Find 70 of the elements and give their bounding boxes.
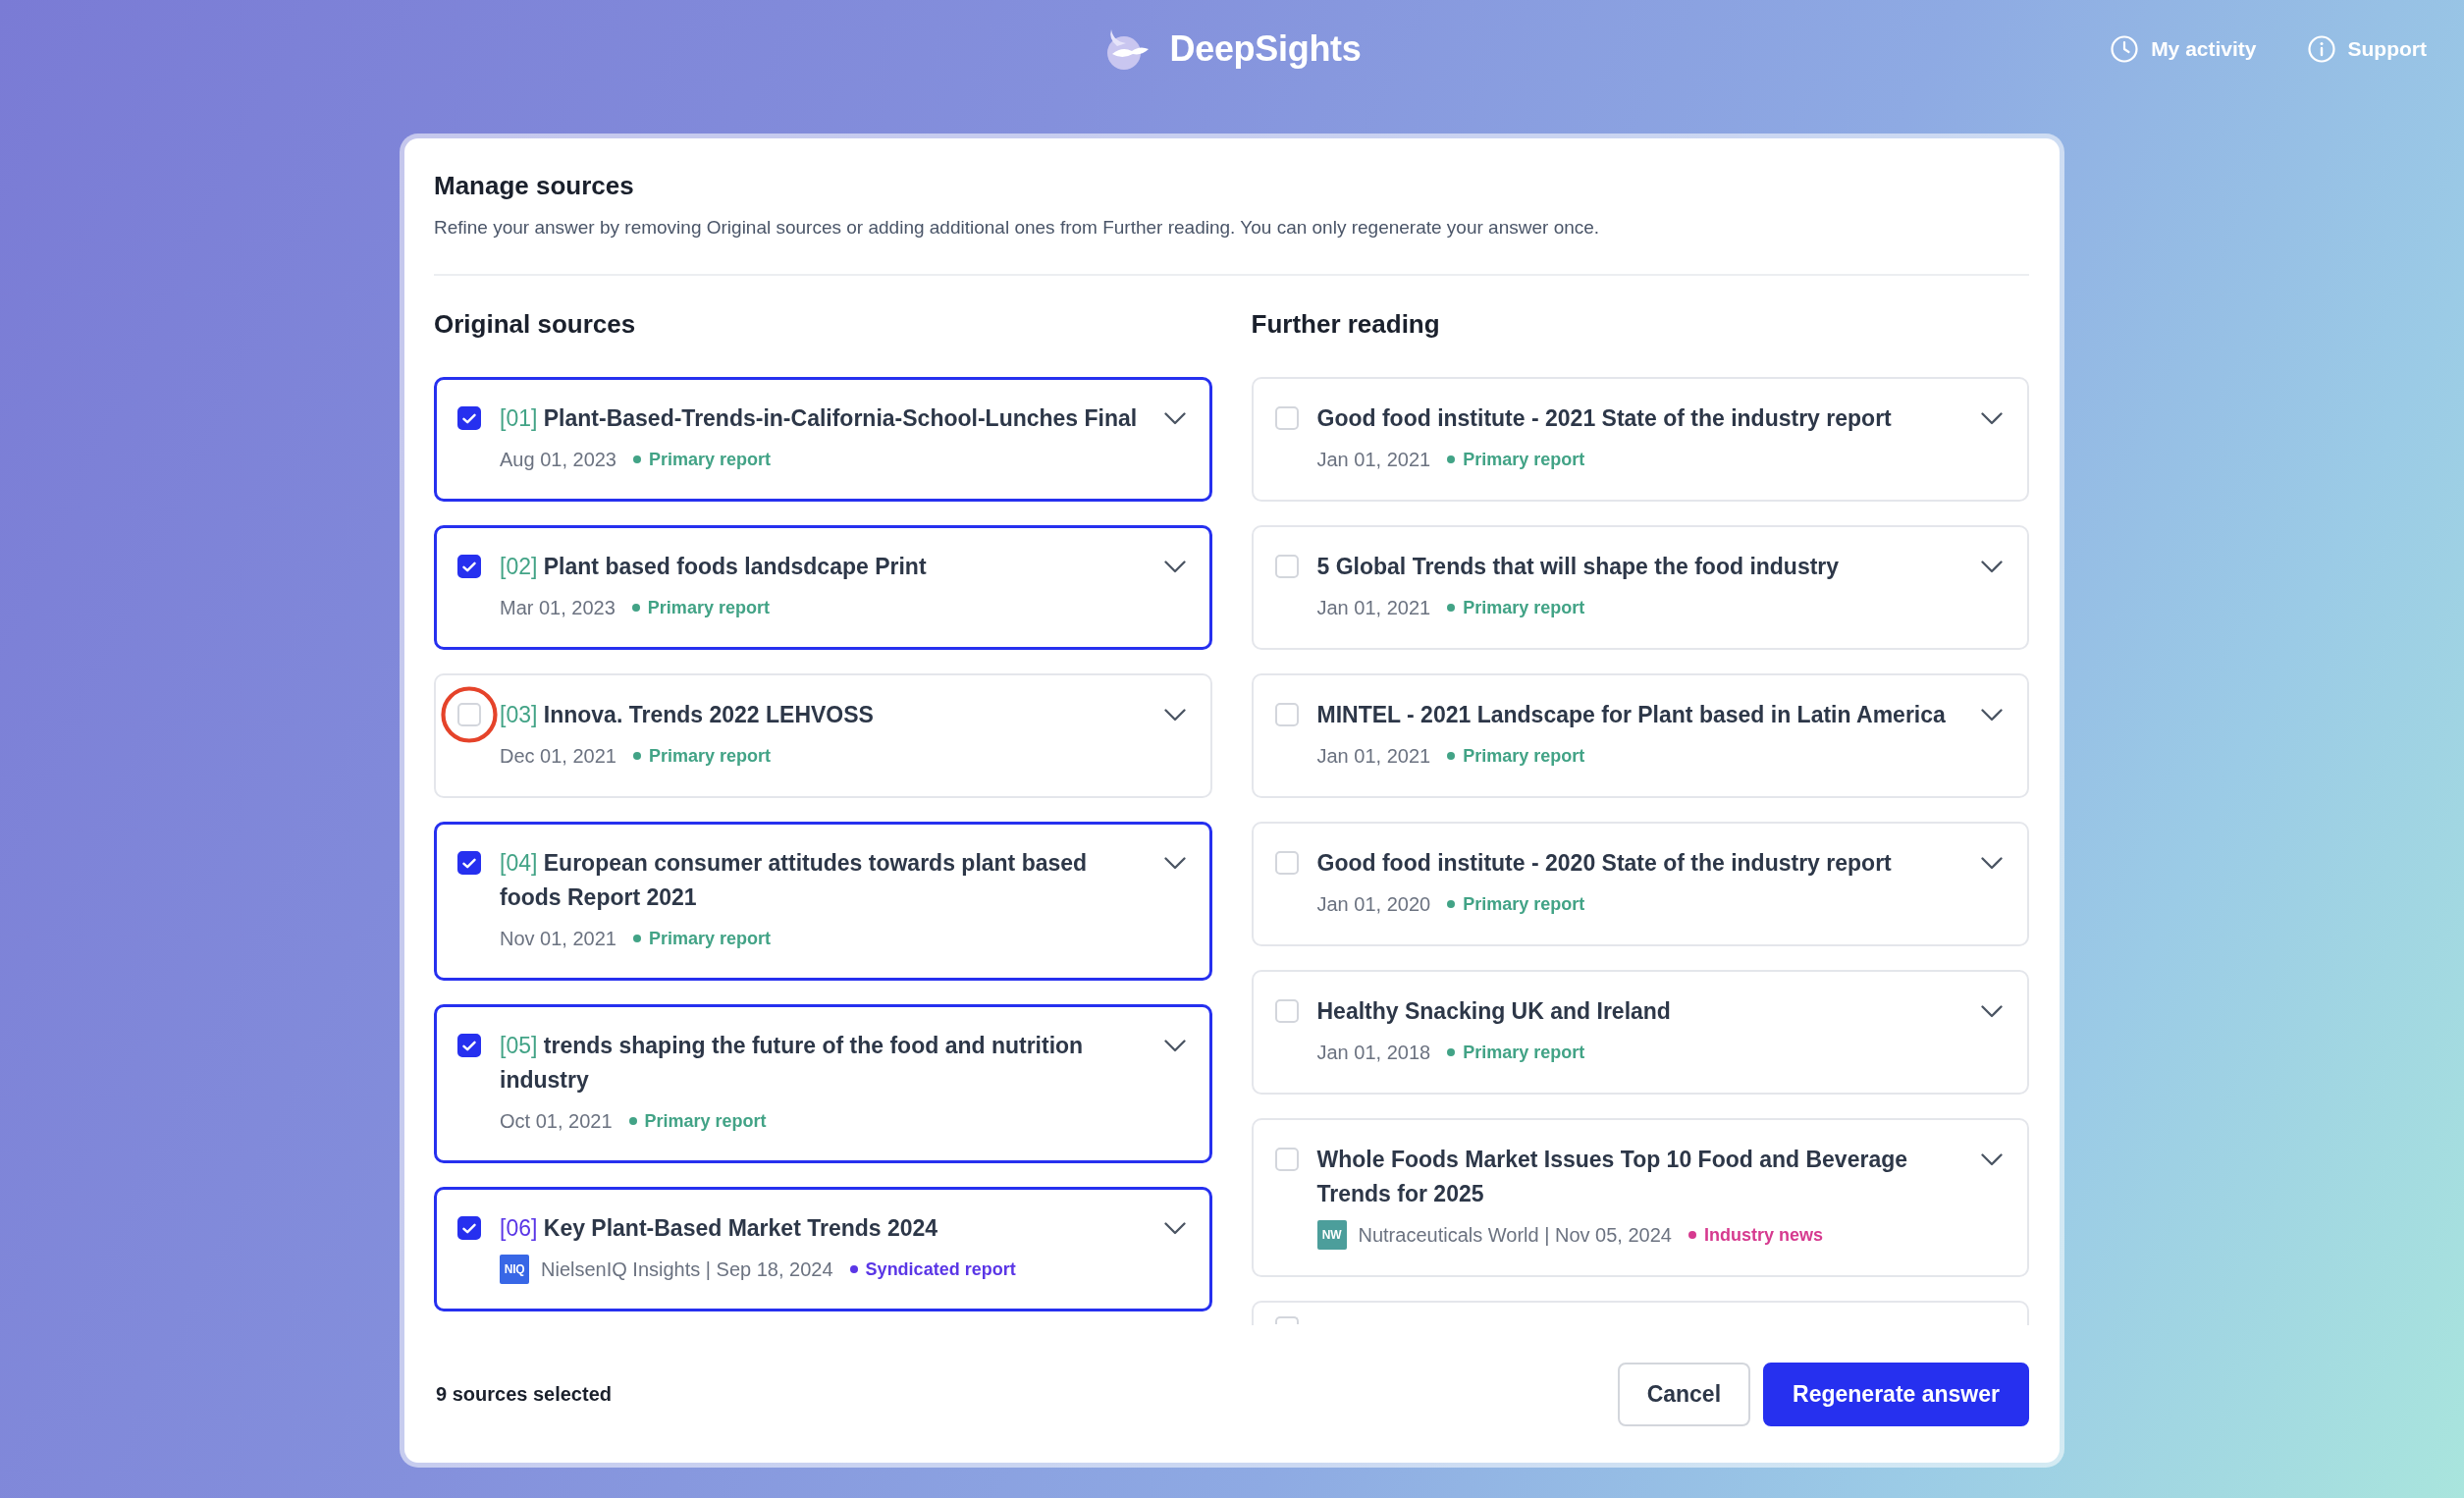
source-type-label: Primary report bbox=[1463, 597, 1585, 618]
source-type-label: Primary report bbox=[649, 928, 772, 949]
check-icon bbox=[462, 561, 476, 572]
checkbox[interactable] bbox=[457, 1034, 481, 1057]
publisher-and-date: Nutraceuticals World | Nov 05, 2024 bbox=[1358, 1223, 1672, 1247]
checkbox[interactable] bbox=[457, 851, 481, 875]
source-date: Jan 01, 2021 bbox=[1316, 596, 1431, 619]
source-date: Aug 01, 2023 bbox=[500, 448, 616, 471]
source-title: [02] Plant based foods landsdcape Print bbox=[500, 553, 928, 581]
chevron-down-icon[interactable] bbox=[1981, 1153, 2003, 1166]
check-icon bbox=[462, 1222, 476, 1234]
source-title: Whole Foods Market Issues Top 10 Food and Beverage Trends for 2025 bbox=[1316, 1146, 1909, 1208]
dialog-title: Manage sources bbox=[434, 170, 635, 201]
source-type-label: Primary report bbox=[644, 1110, 767, 1132]
source-date: Dec 01, 2021 bbox=[500, 744, 616, 768]
source-date: Mar 01, 2023 bbox=[500, 596, 616, 619]
brand-name: DeepSights bbox=[1169, 28, 1362, 70]
source-date: Nov 01, 2021 bbox=[500, 927, 616, 950]
source-type-label: Primary report bbox=[647, 597, 770, 618]
selection-count: 9 sources selected bbox=[436, 1383, 612, 1406]
chevron-down-icon[interactable] bbox=[1981, 857, 2003, 870]
checkbox[interactable] bbox=[457, 406, 481, 430]
source-type-label: Primary report bbox=[1463, 893, 1585, 915]
secondary-button[interactable]: Cancel bbox=[1617, 1363, 1751, 1426]
publisher-logo: NIQ bbox=[500, 1255, 529, 1284]
source-title: [04] European consumer attitudes towards plant based foods Report 2021 bbox=[500, 849, 1089, 912]
source-type-label: Primary report bbox=[1463, 449, 1585, 470]
source-title: [01] Plant-Based-Trends-in-California-School-Lunches Final bbox=[500, 404, 1139, 433]
clock-icon bbox=[2111, 35, 2139, 63]
chevron-down-icon[interactable] bbox=[1163, 709, 1186, 722]
source-title: [06] Key Plant-Based Market Trends 2024 bbox=[500, 1214, 939, 1243]
source-title: [05] trends shaping the future of the food and nutrition industry bbox=[500, 1032, 1085, 1095]
chevron-down-icon[interactable] bbox=[1981, 1005, 2003, 1018]
chevron-down-icon[interactable] bbox=[1981, 412, 2003, 425]
dialog-description: Refine your answer by removing Original sources or adding additional ones from Further reading. You can only regenerate your answer once. bbox=[434, 216, 1601, 240]
chevron-down-icon[interactable] bbox=[1163, 1222, 1186, 1235]
chevron-down-icon[interactable] bbox=[1163, 412, 1186, 425]
source-type-label: Primary report bbox=[649, 745, 772, 767]
checkbox[interactable] bbox=[457, 555, 481, 578]
source-date: Jan 01, 2021 bbox=[1316, 448, 1431, 471]
check-icon bbox=[462, 412, 476, 424]
chevron-down-icon[interactable] bbox=[1981, 561, 2003, 573]
source-title: Healthy Snacking UK and Ireland bbox=[1316, 997, 1672, 1026]
chevron-down-icon[interactable] bbox=[1163, 857, 1186, 870]
primary-button[interactable]: Regenerate answer bbox=[1763, 1363, 2029, 1426]
chevron-down-icon[interactable] bbox=[1163, 561, 1186, 573]
source-date: Jan 01, 2020 bbox=[1316, 892, 1431, 916]
column-heading: Further reading bbox=[1251, 308, 1441, 340]
source-title: Good food institute - 2020 State of the industry report bbox=[1316, 849, 1893, 878]
source-type-label: Primary report bbox=[649, 449, 772, 470]
source-title: 5 Global Trends that will shape the food industry bbox=[1316, 553, 1841, 581]
source-date: Jan 01, 2018 bbox=[1316, 1041, 1431, 1064]
column-heading: Original sources bbox=[434, 308, 637, 340]
chevron-down-icon[interactable] bbox=[1981, 709, 2003, 722]
source-title: Good food institute - 2021 State of the industry report bbox=[1316, 404, 1893, 433]
source-type-label: Primary report bbox=[1463, 1042, 1585, 1063]
source-date: Jan 01, 2021 bbox=[1316, 744, 1431, 768]
source-date: Oct 01, 2021 bbox=[500, 1109, 613, 1133]
checkbox[interactable] bbox=[457, 1216, 481, 1240]
check-icon bbox=[462, 1040, 476, 1051]
publisher-and-date: NielsenIQ Insights | Sep 18, 2024 bbox=[541, 1257, 833, 1281]
source-title: MINTEL - 2021 Landscape for Plant based in Latin America bbox=[1316, 701, 1947, 729]
source-title: [03] Innova. Trends 2022 LEHVOSS bbox=[500, 701, 875, 729]
publisher-logo: NW bbox=[1316, 1220, 1347, 1250]
chevron-down-icon[interactable] bbox=[1163, 1040, 1186, 1052]
source-type-label: Industry news bbox=[1703, 1224, 1823, 1246]
source-type-label: Syndicated report bbox=[865, 1258, 1016, 1280]
check-icon bbox=[462, 857, 476, 869]
info-icon bbox=[2307, 35, 2335, 63]
source-type-label: Primary report bbox=[1463, 745, 1585, 767]
